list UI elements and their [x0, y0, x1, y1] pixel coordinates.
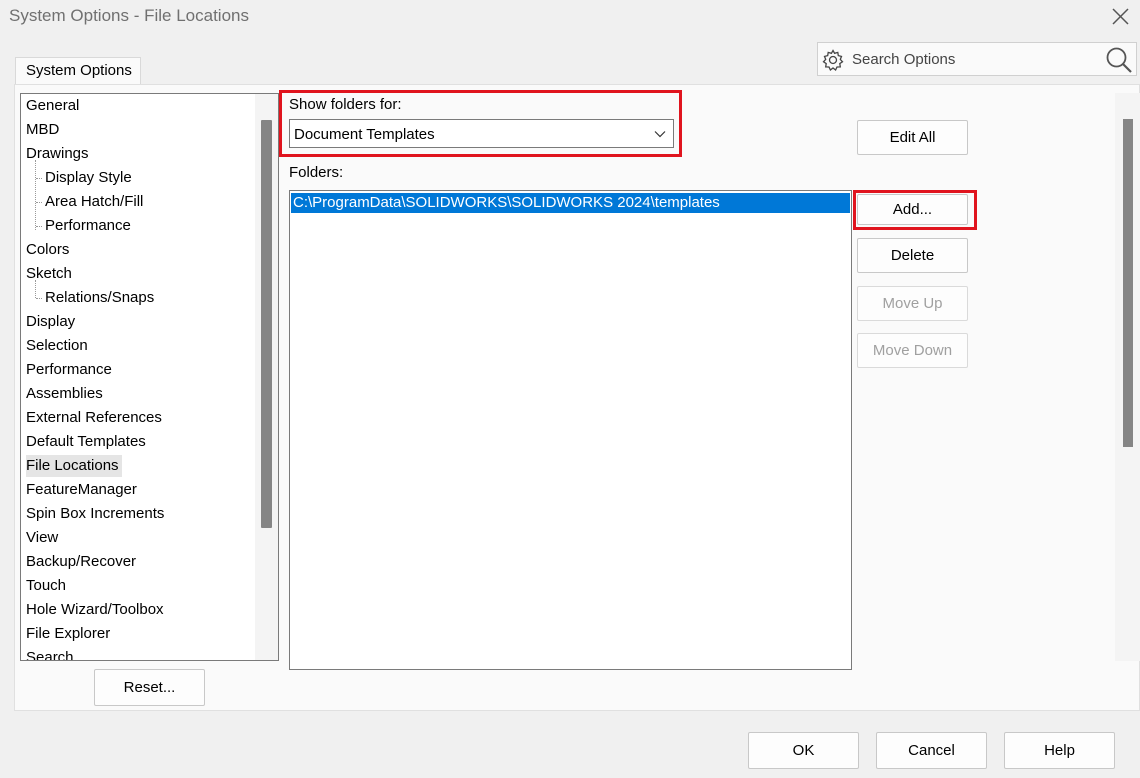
tree-item-hole-wizard-toolbox[interactable]: Hole Wizard/Toolbox: [26, 599, 164, 621]
window-title: System Options - File Locations: [9, 6, 249, 25]
tree-item-backup-recover[interactable]: Backup/Recover: [26, 551, 136, 573]
highlight-add-button: [853, 190, 977, 230]
folders-label: Folders:: [289, 164, 344, 181]
tree-connector: [36, 178, 42, 179]
tree-item-spin-box-increments[interactable]: Spin Box Increments: [26, 503, 164, 525]
tab-system-options[interactable]: System Options: [15, 57, 141, 85]
close-button[interactable]: [1106, 4, 1134, 30]
move-down-button[interactable]: Move Down: [857, 333, 968, 368]
tree-item-external-references[interactable]: External References: [26, 407, 162, 429]
gear-icon: [822, 49, 844, 72]
folder-row-selected[interactable]: C:\ProgramData\SOLIDWORKS\SOLIDWORKS 202…: [291, 193, 850, 213]
tree-item-drawings-performance[interactable]: Performance: [45, 215, 131, 237]
tree-item-area-hatch-fill[interactable]: Area Hatch/Fill: [45, 191, 143, 213]
tree-item-colors[interactable]: Colors: [26, 239, 69, 261]
ok-button[interactable]: OK: [748, 732, 859, 769]
tree-scrollbar-thumb[interactable]: [261, 120, 272, 528]
help-button[interactable]: Help: [1004, 732, 1115, 769]
panel-scrollbar-thumb[interactable]: [1123, 119, 1133, 447]
tree-item-view[interactable]: View: [26, 527, 58, 549]
cancel-button[interactable]: Cancel: [876, 732, 987, 769]
tree-item-touch[interactable]: Touch: [26, 575, 66, 597]
tree-item-relations-snaps[interactable]: Relations/Snaps: [45, 287, 154, 309]
tree-connector: [36, 298, 42, 299]
tree-item-general[interactable]: General: [26, 95, 79, 117]
search-icon[interactable]: [1104, 45, 1134, 75]
tree-item-performance[interactable]: Performance: [26, 359, 112, 381]
tree-connector: [35, 160, 36, 230]
delete-button[interactable]: Delete: [857, 238, 968, 273]
move-up-button[interactable]: Move Up: [857, 286, 968, 321]
tree-item-selection[interactable]: Selection: [26, 335, 88, 357]
options-tree[interactable]: General MBD Drawings Display Style Area …: [20, 93, 279, 661]
tree-item-featuremanager[interactable]: FeatureManager: [26, 479, 137, 501]
folders-list[interactable]: C:\ProgramData\SOLIDWORKS\SOLIDWORKS 202…: [289, 190, 852, 670]
highlight-show-folders: [279, 90, 682, 157]
title-bar: System Options - File Locations: [0, 0, 1140, 34]
tree-item-file-explorer[interactable]: File Explorer: [26, 623, 110, 645]
tree-scrollbar[interactable]: [255, 94, 278, 660]
tree-item-display[interactable]: Display: [26, 311, 75, 333]
tree-connector: [36, 226, 42, 227]
tree-item-search[interactable]: Search: [26, 647, 74, 660]
search-input[interactable]: Search Options: [852, 51, 955, 68]
tree-item-drawings[interactable]: Drawings: [26, 143, 89, 165]
tree-connector: [36, 202, 42, 203]
tree-item-display-style[interactable]: Display Style: [45, 167, 132, 189]
tree-item-mbd[interactable]: MBD: [26, 119, 59, 141]
tree-item-sketch[interactable]: Sketch: [26, 263, 72, 285]
panel-scrollbar[interactable]: [1115, 93, 1140, 661]
tree-item-file-locations[interactable]: File Locations: [26, 455, 122, 477]
tree-item-default-templates[interactable]: Default Templates: [26, 431, 146, 453]
edit-all-button[interactable]: Edit All: [857, 120, 968, 155]
search-options-box[interactable]: Search Options: [817, 42, 1137, 76]
reset-button[interactable]: Reset...: [94, 669, 205, 706]
tree-item-assemblies[interactable]: Assemblies: [26, 383, 103, 405]
close-icon: [1112, 8, 1129, 25]
